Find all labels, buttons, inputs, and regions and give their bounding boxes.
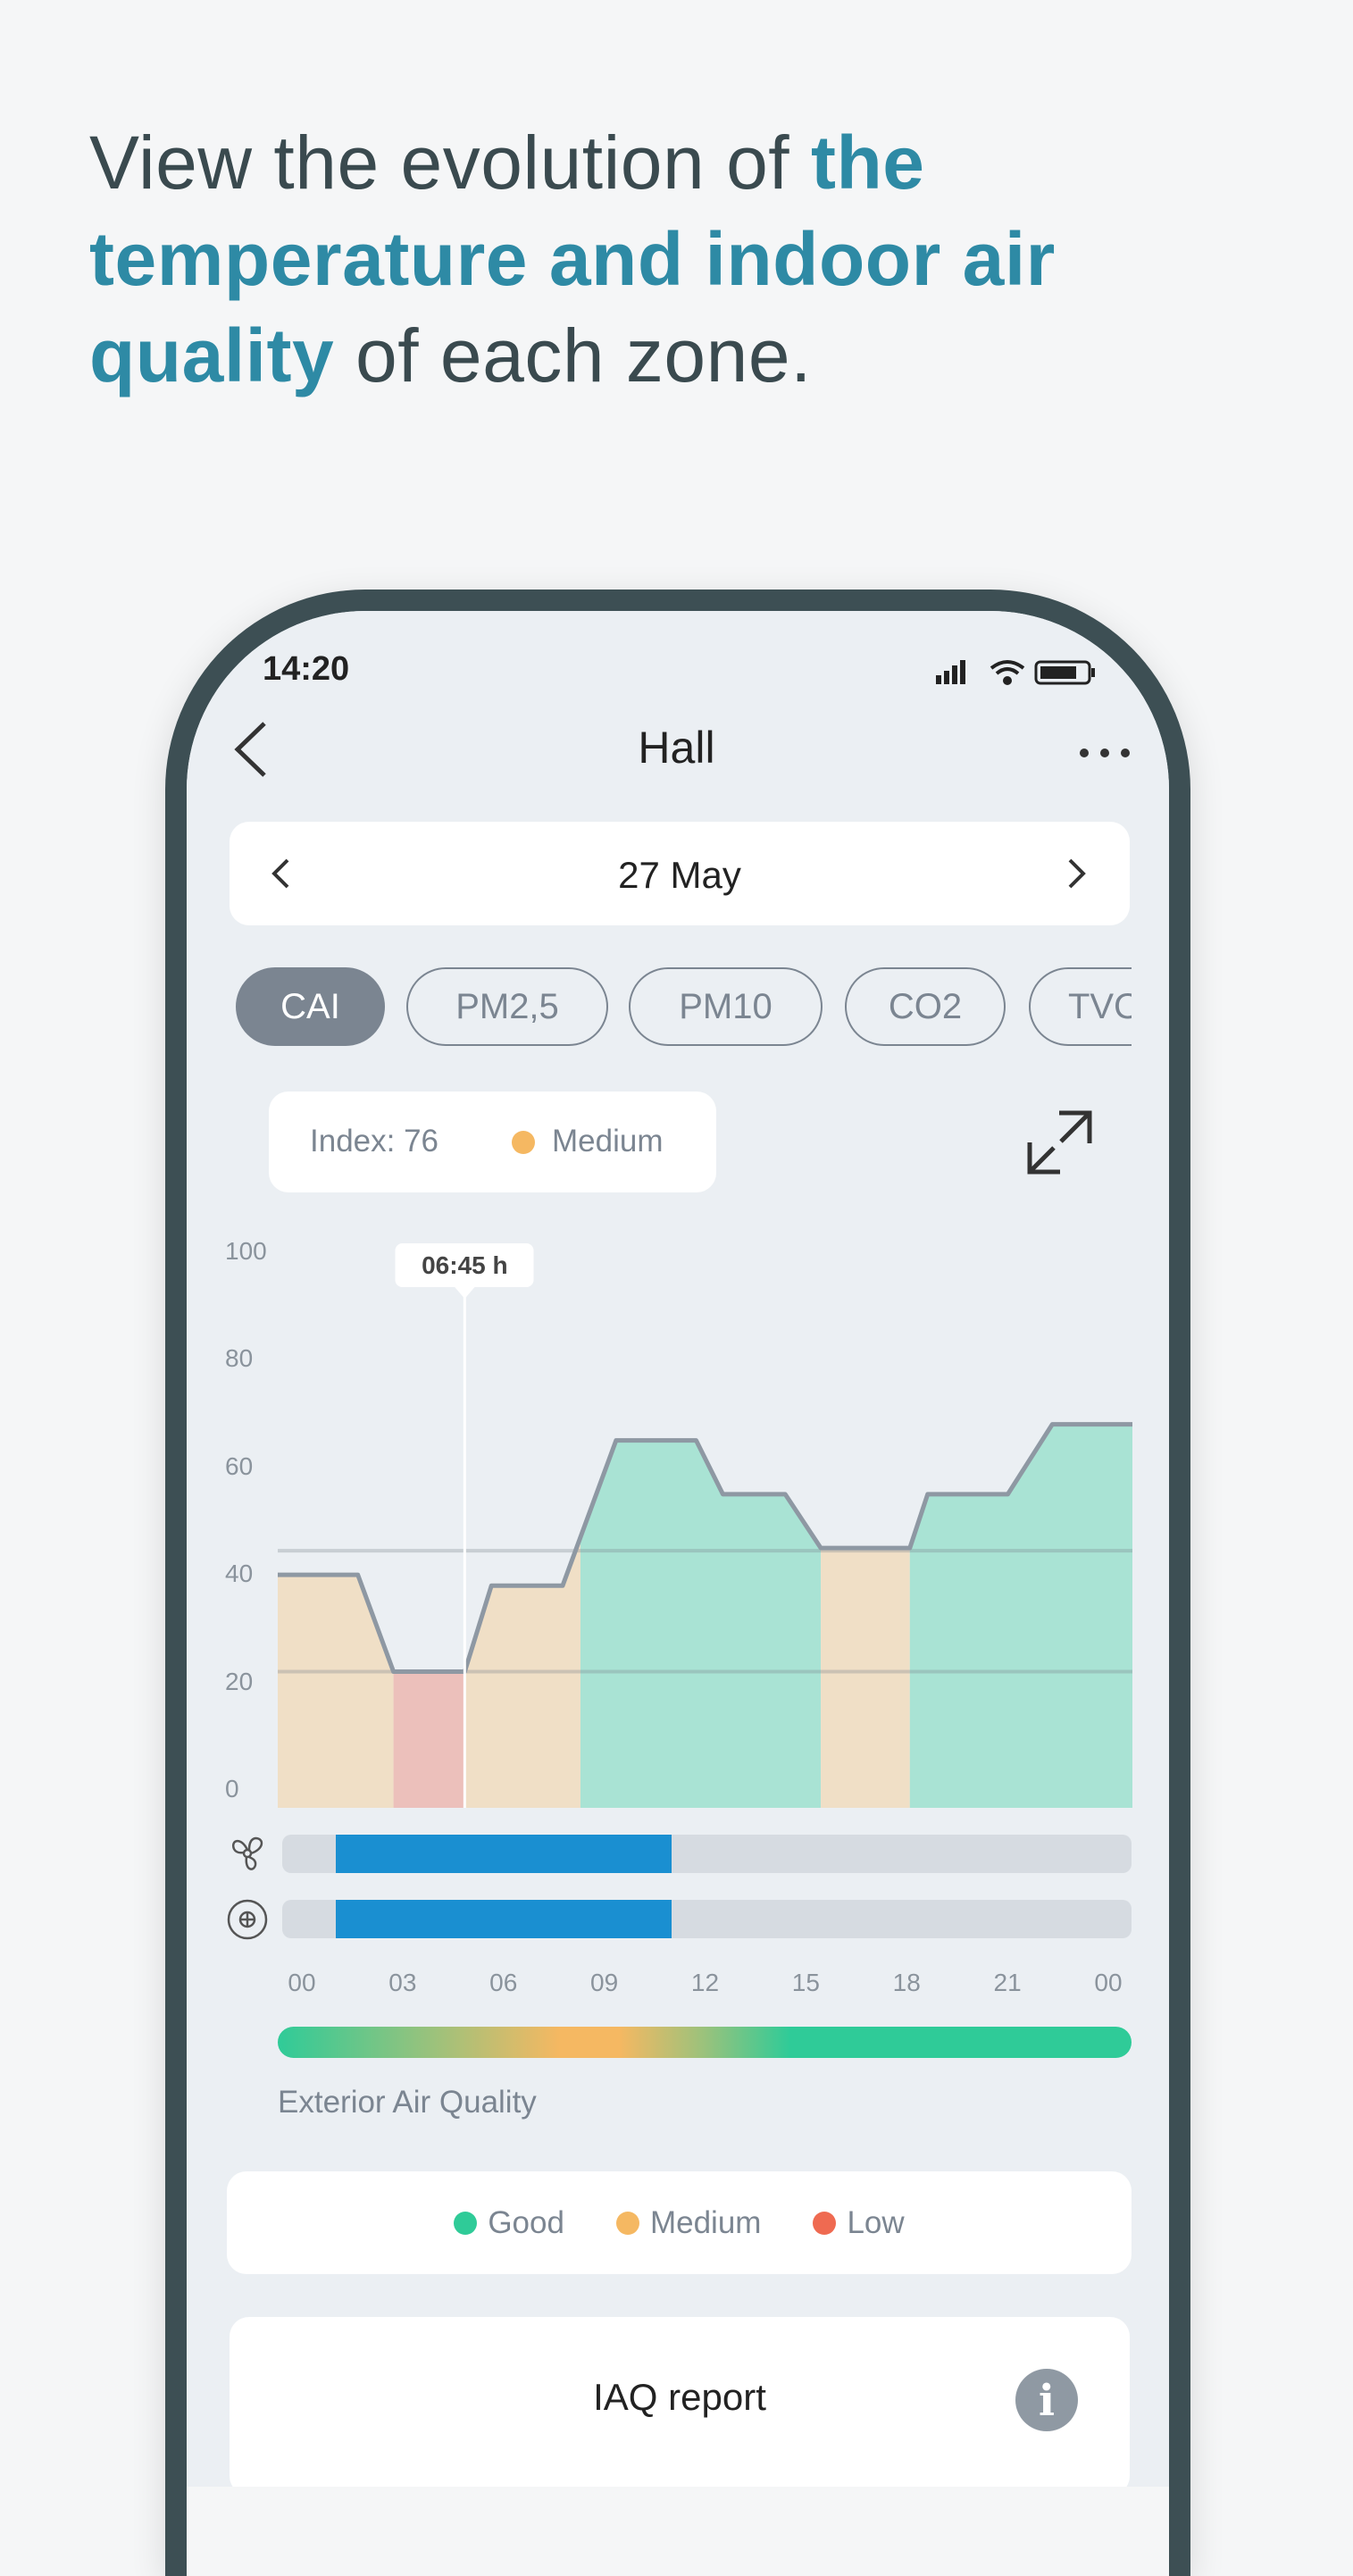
status-time: 14:20 — [263, 650, 350, 688]
legend-good-label: Good — [488, 2204, 564, 2240]
x-tick-label: 15 — [791, 1969, 820, 1996]
y-tick-label: 40 — [225, 1560, 254, 1588]
x-tick-label: 09 — [590, 1969, 619, 1996]
y-tick-label: 100 — [225, 1237, 267, 1265]
x-tick-label: 21 — [993, 1969, 1022, 1996]
info-icon[interactable]: i — [1015, 2369, 1078, 2431]
date-picker: 27 May — [230, 822, 1130, 925]
x-tick-label: 06 — [489, 1969, 518, 1996]
band-good — [909, 1424, 1132, 1808]
band-medium — [464, 1537, 580, 1808]
tab-tvoc[interactable]: TVOC — [1029, 967, 1132, 1046]
y-tick-label: 0 — [225, 1775, 239, 1802]
legend-medium: Medium — [615, 2204, 762, 2241]
cursor-tooltip: 06:45 h — [395, 1243, 534, 1287]
date-label: 27 May — [618, 854, 741, 896]
status-icons — [936, 660, 1095, 685]
signal-icon — [936, 660, 965, 684]
tab-cai[interactable]: CAI — [236, 967, 385, 1046]
index-value: Index: 76 — [310, 1124, 438, 1158]
phone-screen: 14:20 Hall 27 May CAI PM2,5 PM10 CO2 TVO… — [187, 611, 1169, 2487]
medium-dot — [615, 2211, 639, 2235]
x-tick-label: 03 — [388, 1969, 417, 1996]
tab-pm25[interactable]: PM2,5 — [406, 967, 608, 1046]
legend-medium-label: Medium — [649, 2204, 762, 2240]
tab-clip: TVOC — [1027, 967, 1132, 1046]
index-card: Index: 76 Medium — [269, 1091, 716, 1192]
headline-text-end: of each zone. — [334, 314, 812, 397]
tooltip-pointer — [454, 1286, 476, 1299]
low-dot — [813, 2211, 837, 2235]
band-medium — [278, 1575, 394, 1808]
band-medium — [821, 1548, 910, 1808]
next-day-icon[interactable] — [1066, 857, 1088, 890]
legend-low: Low — [813, 2204, 905, 2241]
iaq-report-label: IAQ report — [593, 2376, 766, 2418]
y-tick-label: 20 — [225, 1667, 254, 1695]
more-dots-icon[interactable] — [1079, 747, 1132, 759]
fan-activity-fill — [335, 1835, 672, 1873]
legend-card: Good Medium Low — [227, 2171, 1132, 2274]
iaq-report-button[interactable]: IAQ report i — [230, 2317, 1130, 2487]
y-tick-label: 60 — [225, 1451, 254, 1480]
cai-line — [278, 1422, 1132, 1675]
band-low — [393, 1671, 465, 1808]
tab-co2[interactable]: CO2 — [845, 967, 1006, 1046]
fan-icon — [231, 1836, 263, 1870]
legend-low-label: Low — [847, 2204, 905, 2240]
headline: View the evolution of the temperature an… — [89, 114, 1268, 404]
headline-text: View the evolution of — [89, 121, 811, 205]
x-tick-label: 12 — [690, 1969, 720, 1996]
battery-icon — [1034, 660, 1095, 685]
y-tick-label: 80 — [225, 1344, 254, 1373]
good-dot — [454, 2211, 478, 2235]
fan-activity-bar — [282, 1835, 1132, 1873]
status-dot — [512, 1131, 535, 1154]
x-tick-label: 00 — [1094, 1969, 1123, 1996]
purifier-activity-fill — [335, 1900, 672, 1938]
purifier-activity-bar — [282, 1900, 1132, 1938]
x-tick-label: 18 — [892, 1969, 921, 1996]
air-purifier-icon — [227, 1899, 268, 1940]
exterior-air-quality-bar — [278, 2027, 1132, 2058]
exterior-air-quality-label: Exterior Air Quality — [278, 2085, 537, 2120]
wifi-icon — [990, 660, 1025, 685]
x-tick-label: 00 — [288, 1969, 316, 1996]
status-label: Medium — [552, 1124, 664, 1158]
expand-icon[interactable] — [1027, 1110, 1093, 1175]
band-good — [580, 1440, 822, 1808]
legend-good: Good — [454, 2205, 564, 2241]
page-title: Hall — [638, 723, 715, 773]
tab-pm10[interactable]: PM10 — [629, 967, 823, 1046]
